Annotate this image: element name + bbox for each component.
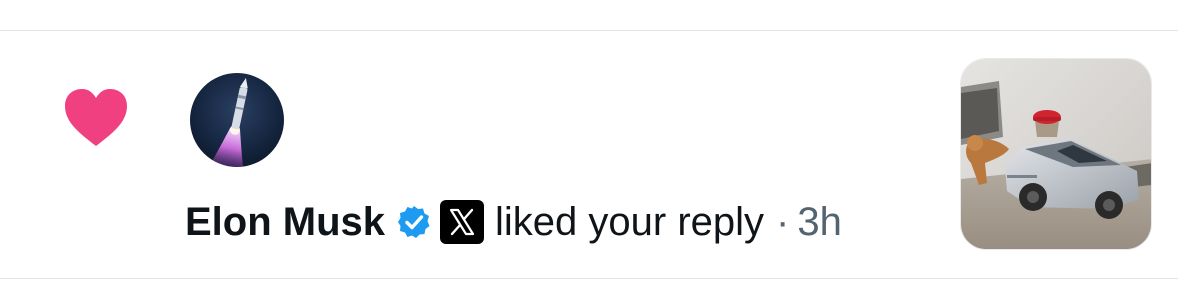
x-logo-icon[interactable] bbox=[439, 199, 485, 245]
rocket-launch-avatar-icon bbox=[190, 73, 284, 167]
timestamp: 3h bbox=[797, 200, 842, 244]
cybertruck-toy-photo-icon bbox=[961, 59, 1151, 249]
separator-dot: · bbox=[776, 200, 790, 244]
heart-icon bbox=[65, 89, 127, 146]
reply-thumbnail[interactable] bbox=[960, 58, 1152, 250]
user-name[interactable]: Elon Musk bbox=[185, 196, 385, 248]
notification-text: Elon Musk liked your reply · 3h bbox=[185, 196, 842, 248]
action-text: liked your reply bbox=[495, 200, 765, 244]
avatar[interactable] bbox=[190, 73, 284, 167]
bottom-divider bbox=[0, 278, 1178, 279]
verified-badge-icon bbox=[398, 206, 430, 238]
